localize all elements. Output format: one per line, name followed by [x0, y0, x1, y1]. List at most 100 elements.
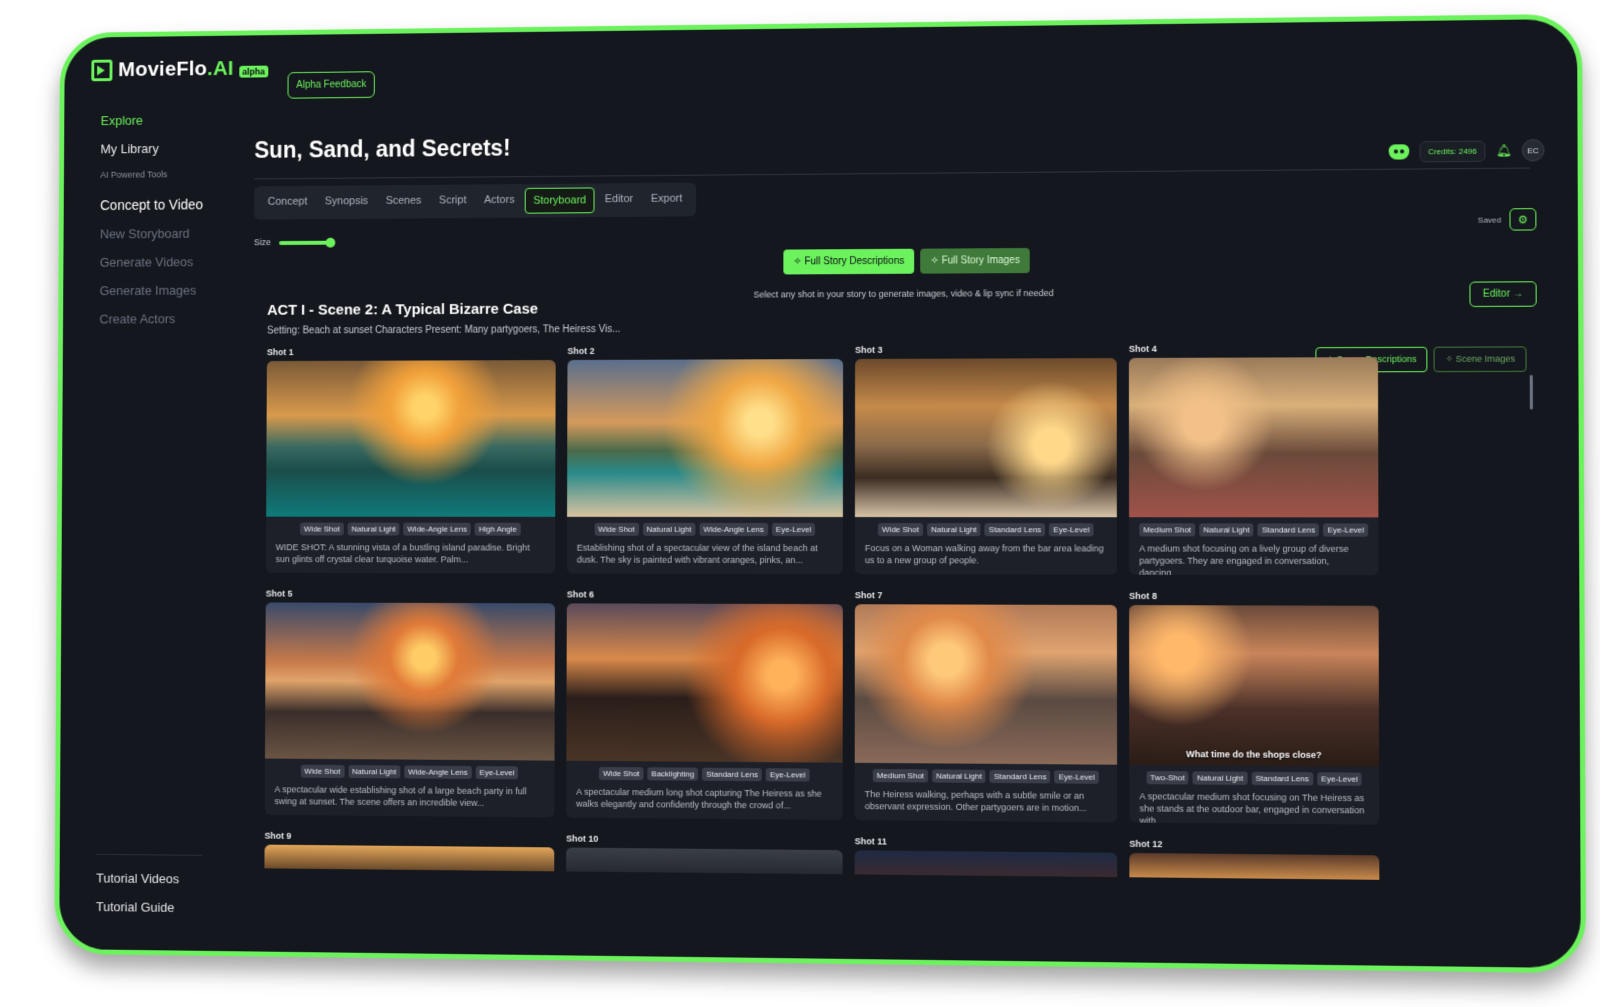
shot-card-body[interactable]: [566, 848, 843, 875]
shot-card-body[interactable]: Wide Shot Natural Light Wide-Angle Lens Eye…: [265, 602, 555, 817]
shot-tags: Medium Shot Natural Light Standard Lens Eye…: [855, 763, 1117, 788]
story-actions: ✧ Full Story Descriptions ✧ Full Story I…: [783, 248, 1030, 275]
discord-icon[interactable]: [1389, 144, 1410, 159]
shot-tags: Wide Shot Backlighting Standard Lens Eye-Le…: [566, 761, 842, 786]
sidebar-item-new-storyboard[interactable]: New Storyboard: [100, 226, 203, 241]
sidebar-item-generate-images[interactable]: Generate Images: [100, 283, 203, 298]
shot-tag: Standard Lens: [990, 770, 1051, 784]
shot-thumbnail[interactable]: [855, 850, 1118, 877]
shot-card[interactable]: Shot 8 What time do the shops close? Two-S…: [1129, 591, 1379, 825]
shot-tag: Eye-Level: [476, 766, 519, 779]
tab-export[interactable]: Export: [643, 187, 690, 213]
shot-thumbnail[interactable]: [1129, 357, 1379, 517]
sidebar-item-explore[interactable]: Explore: [101, 112, 204, 128]
shot-tag: Wide-Angle Lens: [404, 765, 472, 778]
sidebar-item-my-library[interactable]: My Library: [100, 141, 203, 157]
sidebar-item-concept-to-video[interactable]: Concept to Video: [100, 197, 203, 213]
shot-thumbnail[interactable]: [1129, 853, 1379, 880]
logo-text: MovieFlo.AI: [118, 57, 234, 82]
shot-card[interactable]: Shot 12: [1129, 839, 1379, 880]
shot-thumbnail[interactable]: [567, 359, 843, 517]
shot-tag: Eye-Level: [772, 523, 815, 536]
divider: [96, 854, 202, 856]
top-right-toolbar: Credits: 2496 🔔︎ EC: [1389, 139, 1545, 163]
shot-thumbnail[interactable]: What time do the shops close?: [1129, 605, 1379, 767]
shot-tag: Wide Shot: [599, 767, 643, 780]
shot-thumbnail[interactable]: [855, 604, 1117, 765]
shot-grid: Shot 1 Wide Shot Natural Light Wide-Angle L…: [264, 343, 1385, 880]
shot-thumbnail[interactable]: [264, 845, 554, 872]
tab-synopsis[interactable]: Synopsis: [317, 189, 376, 215]
shot-card-body[interactable]: Wide Shot Backlighting Standard Lens Eye-Le…: [566, 603, 843, 820]
sidebar-item-generate-videos[interactable]: Generate Videos: [100, 254, 203, 269]
shot-card-body[interactable]: Wide Shot Natural Light Wide-Angle Lens Hig…: [266, 360, 556, 573]
shot-card-body[interactable]: Medium Shot Natural Light Standard Lens Eye…: [855, 604, 1117, 822]
shot-card[interactable]: Shot 7 Medium Shot Natural Light Standard L…: [855, 590, 1117, 822]
full-story-images-button[interactable]: ✧ Full Story Images: [920, 248, 1030, 274]
shot-card[interactable]: Shot 3 Wide Shot Natural Light Standard Len…: [855, 344, 1117, 575]
shot-label: Shot 6: [567, 589, 843, 600]
shot-thumbnail[interactable]: [855, 358, 1117, 517]
shot-label: Shot 4: [1129, 343, 1378, 354]
shot-card[interactable]: Shot 11: [855, 836, 1118, 877]
shot-description: A spectacular wide establishing shot of …: [265, 781, 555, 817]
shot-label: Shot 8: [1129, 591, 1379, 602]
shot-card[interactable]: Shot 5 Wide Shot Natural Light Wide-Angle L…: [265, 589, 555, 818]
shot-description: Establishing shot of a spectacular view …: [567, 540, 843, 574]
avatar[interactable]: EC: [1522, 139, 1545, 162]
shot-tag: Eye-Level: [1317, 772, 1362, 786]
shot-card-body[interactable]: Medium Shot Natural Light Standard Lens Eye…: [1129, 357, 1379, 575]
sidebar-item-create-actors[interactable]: Create Actors: [99, 311, 202, 326]
shot-tag: Eye-Level: [1055, 770, 1099, 783]
tab-actors[interactable]: Actors: [476, 188, 522, 214]
sidebar-item-tutorial-videos[interactable]: Tutorial Videos: [96, 871, 202, 887]
shot-card-body[interactable]: Wide Shot Natural Light Wide-Angle Lens Eye…: [567, 359, 843, 574]
shot-tag: Wide Shot: [878, 523, 923, 536]
logo[interactable]: MovieFlo.AI alpha: [91, 57, 268, 82]
shot-tag: Natural Light: [348, 765, 400, 778]
page-title: Sun, Sand, and Secrets!: [254, 135, 510, 164]
shot-card-body[interactable]: Wide Shot Natural Light Standard Lens Eye-L…: [855, 358, 1117, 575]
sidebar-nav: Explore My Library AI Powered Tools Conc…: [99, 112, 203, 340]
shot-thumbnail[interactable]: [566, 603, 842, 762]
tab-script[interactable]: Script: [431, 188, 474, 214]
settings-button[interactable]: ⚙: [1509, 208, 1536, 231]
shot-label: Shot 1: [267, 346, 556, 357]
shot-tag: Standard Lens: [1251, 772, 1313, 786]
tab-storyboard[interactable]: Storyboard: [524, 187, 595, 213]
shot-card[interactable]: Shot 1 Wide Shot Natural Light Wide-Angle L…: [266, 346, 556, 573]
scrollbar[interactable]: [1530, 375, 1533, 410]
shot-card[interactable]: Shot 4 Medium Shot Natural Light Standard L…: [1129, 343, 1379, 575]
shot-card[interactable]: Shot 6 Wide Shot Backlighting Standard Lens…: [566, 589, 843, 820]
size-slider[interactable]: [279, 241, 331, 245]
shot-card[interactable]: Shot 10: [566, 834, 843, 875]
shot-tag: Natural Light: [1199, 523, 1253, 536]
shot-thumbnail[interactable]: [566, 848, 843, 875]
slider-handle[interactable]: [326, 238, 336, 248]
shot-card-body[interactable]: [1129, 853, 1379, 880]
sidebar-item-tutorial-guide[interactable]: Tutorial Guide: [96, 899, 202, 915]
bell-icon[interactable]: 🔔︎: [1496, 143, 1512, 157]
shot-card-body[interactable]: [264, 845, 554, 872]
tab-concept[interactable]: Concept: [260, 190, 315, 216]
shot-thumbnail[interactable]: [265, 602, 555, 760]
sidebar-section-label: AI Powered Tools: [100, 169, 203, 180]
shot-thumbnail[interactable]: [266, 360, 556, 517]
scene-images-button[interactable]: ✧ Scene Images: [1434, 346, 1527, 372]
shot-card-body[interactable]: [855, 850, 1118, 877]
tab-scenes[interactable]: Scenes: [378, 189, 429, 215]
shot-tag: Medium Shot: [873, 769, 928, 783]
shot-card-body[interactable]: What time do the shops close? Two-Shot Nat…: [1129, 605, 1379, 825]
shot-label: Shot 2: [567, 345, 843, 356]
sidebar-bottom: Tutorial Videos Tutorial Guide: [96, 854, 203, 929]
shot-tag: Eye-Level: [766, 768, 810, 781]
shot-tag: Natural Light: [348, 523, 400, 536]
shot-card[interactable]: Shot 9: [264, 831, 554, 872]
shot-tag: Eye-Level: [1323, 523, 1368, 536]
tab-editor[interactable]: Editor: [597, 187, 641, 213]
full-story-descriptions-button[interactable]: ✧ Full Story Descriptions: [783, 249, 914, 275]
shot-label: Shot 10: [566, 834, 842, 847]
editor-button[interactable]: Editor →: [1470, 281, 1537, 307]
workflow-tabs: Concept Synopsis Scenes Script Actors St…: [254, 183, 696, 220]
shot-card[interactable]: Shot 2 Wide Shot Natural Light Wide-Angle L…: [567, 345, 843, 574]
